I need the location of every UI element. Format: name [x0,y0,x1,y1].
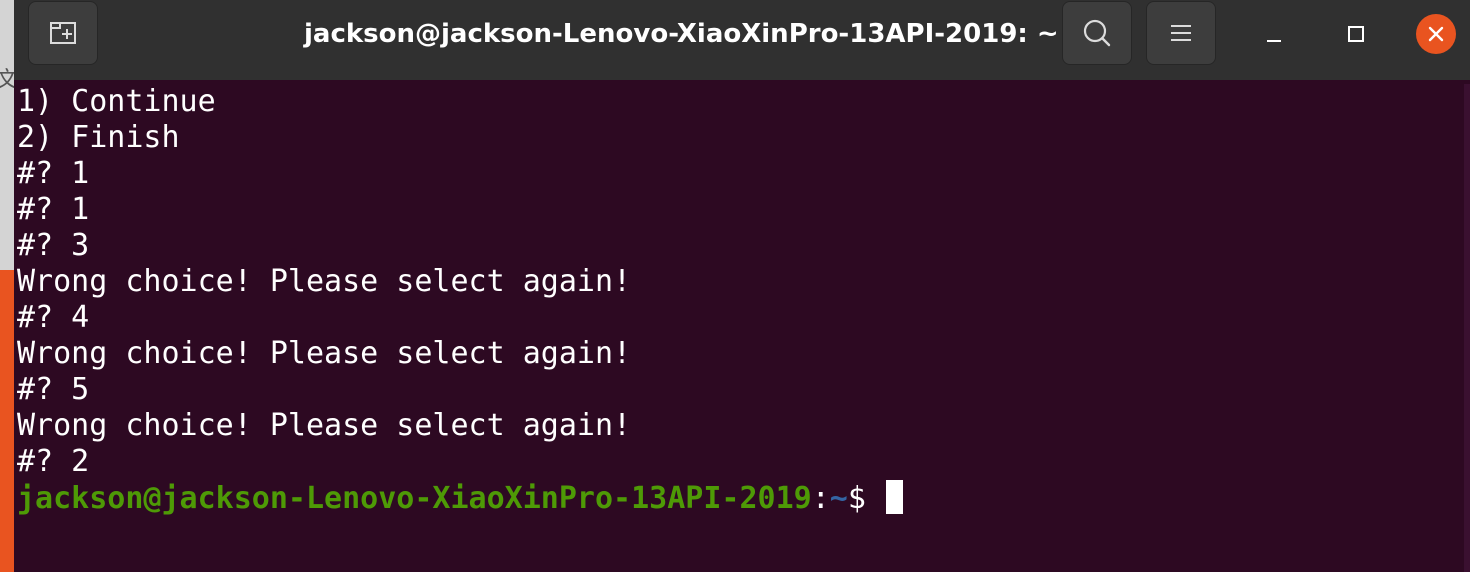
terminal-line: #? 2 [17,444,90,479]
terminal-line: 2) Finish [17,120,180,155]
maximize-button[interactable] [1336,14,1376,54]
terminal-line: Wrong choice! Please select again! [17,408,632,443]
terminal-scrollbar[interactable] [1464,84,1470,572]
terminal-line: #? 3 [17,228,90,263]
terminal-line: 1) Continue [17,84,216,119]
prompt-path: ~ [829,481,848,516]
maximize-icon [1348,26,1364,42]
minimize-icon [1267,40,1281,42]
close-button[interactable] [1416,14,1456,54]
terminal-line: Wrong choice! Please select again! [17,336,632,371]
terminal-line: #? 1 [17,156,90,191]
prompt-dollar: $ [847,481,884,516]
title-bar[interactable]: jackson@jackson-Lenovo-XiaoXinPro-13API-… [14,0,1470,80]
menu-button[interactable] [1146,1,1216,65]
minimize-button[interactable] [1254,14,1294,54]
terminal-line: Wrong choice! Please select again! [17,264,632,299]
desktop-dock-edge [0,270,14,572]
terminal-line: #? 1 [17,192,90,227]
close-icon [1428,26,1444,42]
terminal-line: #? 5 [17,372,90,407]
terminal-output[interactable]: 1) Continue 2) Finish #? 1 #? 1 #? 3 Wro… [14,84,1464,572]
search-icon [1083,19,1111,47]
terminal-window: jackson@jackson-Lenovo-XiaoXinPro-13API-… [14,0,1470,572]
prompt-line: jackson@jackson-Lenovo-XiaoXinPro-13API-… [17,480,903,516]
search-button[interactable] [1062,1,1132,65]
terminal-line: #? 4 [17,300,90,335]
new-tab-button[interactable] [28,1,98,65]
hamburger-menu-icon [1171,25,1191,41]
prompt-colon: : [811,481,830,516]
prompt-user-host: jackson@jackson-Lenovo-XiaoXinPro-13API-… [17,481,812,516]
window-title: jackson@jackson-Lenovo-XiaoXinPro-13API-… [304,19,1059,49]
new-tab-icon [50,22,76,44]
text-cursor [885,480,903,514]
